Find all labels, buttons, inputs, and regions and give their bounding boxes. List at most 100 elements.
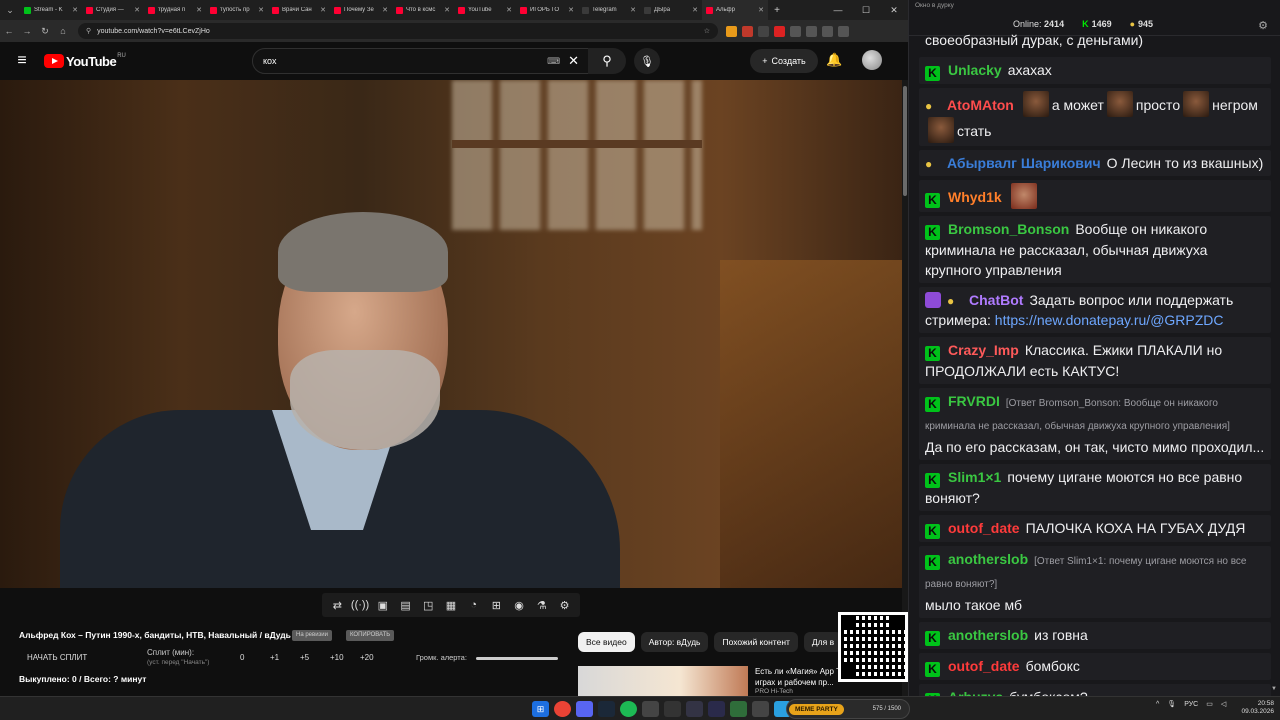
close-window-icon[interactable]: ✕ <box>880 5 908 16</box>
meme-party-widget[interactable]: MEME PARTY 575 / 1500 <box>786 699 910 719</box>
tab-close-icon[interactable]: ✕ <box>692 6 698 14</box>
create-button[interactable]: + Создать <box>750 49 818 73</box>
home-icon[interactable]: ⌂ <box>54 26 72 36</box>
tab-close-icon[interactable]: ✕ <box>320 6 326 14</box>
app-icon[interactable] <box>752 701 769 717</box>
microphone-tray-icon[interactable]: 🎙 <box>1167 700 1176 708</box>
chip-all-videos[interactable]: Все видео <box>578 632 635 652</box>
extension-icon[interactable] <box>774 25 785 37</box>
chat-username[interactable]: outof_date <box>948 658 1020 674</box>
voice-search-button[interactable]: 🎙 <box>634 48 660 74</box>
extension-icon[interactable] <box>758 25 769 37</box>
tab-close-icon[interactable]: ✕ <box>258 6 264 14</box>
obs-icon[interactable] <box>642 701 659 717</box>
chat-username[interactable]: Arbuzya <box>948 689 1003 696</box>
chrome-icon[interactable] <box>554 701 571 717</box>
extension-icon[interactable] <box>726 25 737 37</box>
language-indicator[interactable]: РУС <box>1184 701 1198 708</box>
steam-icon[interactable] <box>598 701 615 717</box>
start-icon[interactable]: ⊞ <box>532 701 549 717</box>
chat-username[interactable]: AtoMAton <box>947 97 1014 113</box>
chat-username[interactable]: Unlacky <box>948 62 1002 78</box>
browser-tab[interactable]: ДЫра ✕ <box>640 0 702 20</box>
browser-tab[interactable]: Что в ксмс ✕ <box>392 0 454 20</box>
avatar[interactable] <box>862 50 882 70</box>
browser-tab[interactable]: YouTube ✕ <box>454 0 516 20</box>
tab-search-icon[interactable]: ⌄ <box>0 0 20 20</box>
extension-icon[interactable] <box>742 25 753 37</box>
video-player[interactable] <box>0 80 902 588</box>
app-icon[interactable] <box>730 701 747 717</box>
app-icon[interactable] <box>664 701 681 717</box>
tab-close-icon[interactable]: ✕ <box>444 6 450 14</box>
bookmark-star-icon[interactable]: ☆ <box>704 27 710 35</box>
maximize-icon[interactable]: ☐ <box>852 5 880 16</box>
chat-username[interactable]: ChatBot <box>969 292 1023 308</box>
app-icon[interactable] <box>708 701 725 717</box>
back-icon[interactable]: ← <box>0 26 18 36</box>
profile-icon[interactable] <box>822 25 833 37</box>
tab-close-icon[interactable]: ✕ <box>72 6 78 14</box>
chip-for-you[interactable]: Для в <box>803 632 843 652</box>
recommended-video-thumbnail[interactable] <box>578 666 748 696</box>
chat-scroll-down-icon[interactable]: ▼ <box>1271 686 1277 692</box>
tray-chevron-icon[interactable]: ^ <box>1156 701 1159 708</box>
browser-tab[interactable]: трудная п ✕ <box>144 0 206 20</box>
split-value-button[interactable]: +1 <box>270 653 300 662</box>
camera-icon[interactable]: ◉ <box>509 599 529 612</box>
tab-close-icon[interactable]: ✕ <box>134 6 140 14</box>
split-value-button[interactable]: +10 <box>330 653 360 662</box>
chat-username[interactable]: Slim1×1 <box>948 469 1001 485</box>
film-icon[interactable]: ▤ <box>396 599 416 612</box>
tab-close-icon[interactable]: ✕ <box>196 6 202 14</box>
loop-icon[interactable]: ⇄ <box>327 599 347 612</box>
search-button[interactable]: ⚲ <box>588 48 626 74</box>
clear-search-icon[interactable]: ✕ <box>568 53 579 69</box>
split-value-button[interactable]: +5 <box>300 653 330 662</box>
browser-tab[interactable]: Telegram ✕ <box>578 0 640 20</box>
forward-icon[interactable]: → <box>18 26 36 36</box>
chat-username[interactable]: anotherslob <box>948 551 1028 567</box>
clock[interactable]: 20:58 09.03.2026 <box>1226 700 1274 716</box>
chat-username[interactable]: FRVRDI <box>948 393 1000 409</box>
frames-icon[interactable]: ▦ <box>441 599 461 612</box>
browser-tab[interactable]: Врачи Сан ✕ <box>268 0 330 20</box>
chat-username[interactable]: Абырвалг Шарикович <box>947 155 1101 171</box>
search-input[interactable]: кох ⌨ ✕ <box>252 48 590 74</box>
chip-author[interactable]: Автор: вДудь <box>640 632 709 652</box>
browser-tab[interactable]: Почему Зе ✕ <box>330 0 392 20</box>
flask-icon[interactable]: ⚗ <box>532 599 552 612</box>
chat-username[interactable]: Crazy_Imp <box>948 342 1019 358</box>
keyboard-icon[interactable]: ⌨ <box>547 56 560 67</box>
new-tab-button[interactable]: + <box>768 5 786 16</box>
minimize-icon[interactable]: — <box>824 5 852 15</box>
page-scroll-thumb[interactable] <box>903 86 907 196</box>
split-value-button[interactable]: 0 <box>240 653 270 662</box>
audio-icon[interactable]: ((·)) <box>350 599 370 611</box>
picture-in-picture-icon[interactable]: ◳ <box>418 599 438 612</box>
chat-username[interactable]: anotherslob <box>948 627 1028 643</box>
tab-close-icon[interactable]: ✕ <box>382 6 388 14</box>
speed-icon[interactable]: ◔ <box>464 599 484 611</box>
plus-frame-icon[interactable]: ⊞ <box>486 599 506 612</box>
chat-username[interactable]: outof_date <box>948 520 1020 536</box>
browser-tab[interactable]: ИГОРЬ ГО ✕ <box>516 0 578 20</box>
chat-username[interactable]: Bromson_Bonson <box>948 221 1069 237</box>
recommended-video-author[interactable]: PRO Hi-Tech <box>755 688 793 695</box>
chat-username[interactable]: Whyd1k <box>948 189 1002 205</box>
notifications-bell-icon[interactable]: 🔔 <box>826 52 842 68</box>
app-icon[interactable] <box>686 701 703 717</box>
url-input[interactable]: ⚲ youtube.com/watch?v=e6tLCevZjHo ☆ <box>78 23 718 39</box>
alert-volume-slider[interactable] <box>476 657 558 660</box>
screenshot-icon[interactable]: ▣ <box>373 599 393 612</box>
split-value-button[interactable]: +20 <box>360 653 390 662</box>
download-icon[interactable] <box>806 25 817 37</box>
tab-close-icon[interactable]: ✕ <box>506 6 512 14</box>
donate-link[interactable]: https://new.donatepay.ru/@GRPZDC <box>995 312 1224 328</box>
site-info-icon[interactable]: ⚲ <box>86 27 91 35</box>
browser-tab[interactable]: тупость пр ✕ <box>206 0 268 20</box>
reload-icon[interactable]: ↻ <box>36 26 54 37</box>
copy-button[interactable]: КОПИРОВАТЬ <box>346 630 395 641</box>
spotify-icon[interactable] <box>620 701 637 717</box>
start-split-button[interactable]: НАЧАТЬ СПЛИТ <box>27 653 87 662</box>
